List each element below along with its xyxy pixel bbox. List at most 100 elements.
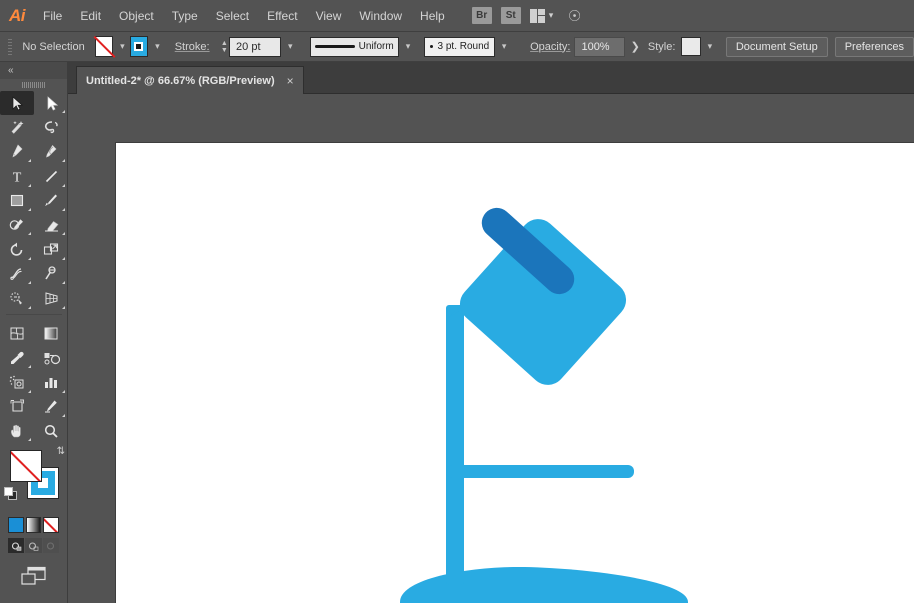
tool-corner-indicator-icon xyxy=(62,110,65,114)
symbol-sprayer-tool[interactable] xyxy=(0,370,34,394)
lamp-arm-shape xyxy=(446,465,634,478)
tool-corner-indicator-icon xyxy=(28,365,31,369)
menu-item-select[interactable]: Select xyxy=(207,0,258,32)
hand-tool[interactable] xyxy=(0,419,34,443)
type-tool[interactable]: T xyxy=(0,164,34,188)
change-screen-mode-button[interactable] xyxy=(19,565,49,592)
tool-corner-indicator-icon xyxy=(62,207,65,211)
menu-bar-right-tools: Br St ▾ ☉ xyxy=(471,5,584,27)
tool-corner-indicator-icon xyxy=(62,183,65,187)
menu-item-view[interactable]: View xyxy=(307,0,351,32)
stock-button[interactable]: St xyxy=(500,7,521,24)
tool-corner-indicator-icon xyxy=(28,159,31,163)
paintbrush-tool[interactable] xyxy=(34,189,68,213)
control-bar-grip[interactable] xyxy=(8,36,13,58)
document-tab[interactable]: Untitled-2* @ 66.67% (RGB/Preview) × xyxy=(76,66,304,94)
color-mode-button[interactable] xyxy=(8,517,24,534)
tools-grid: T xyxy=(0,91,67,443)
blend-tool[interactable] xyxy=(34,346,68,370)
graphic-style-swatch[interactable] xyxy=(681,37,701,56)
lamp-base-shape xyxy=(400,567,688,603)
artboard[interactable] xyxy=(116,143,914,603)
preferences-button[interactable]: Preferences xyxy=(834,36,914,57)
menu-item-effect[interactable]: Effect xyxy=(258,0,306,32)
menu-item-window[interactable]: Window xyxy=(350,0,411,32)
opacity-label[interactable]: Opacity: xyxy=(530,41,570,53)
stroke-color-swatch[interactable] xyxy=(129,36,149,57)
collapse-panel-icon[interactable]: « xyxy=(8,65,13,76)
bridge-button[interactable]: Br xyxy=(471,7,492,24)
pen-tool[interactable] xyxy=(0,140,34,164)
eyedropper-tool[interactable] xyxy=(0,346,34,370)
rotate-tool[interactable] xyxy=(0,237,34,261)
brush-definition-label: 3 pt. Round xyxy=(437,41,490,52)
stroke-weight-stepper[interactable]: ▲ ▼ xyxy=(220,37,229,57)
brush-dot-icon xyxy=(429,45,433,48)
opacity-expand-arrow-icon[interactable]: ❯ xyxy=(625,40,646,53)
line-segment-tool[interactable] xyxy=(34,164,68,188)
none-mode-button[interactable] xyxy=(43,517,60,534)
lamp-head-shape xyxy=(459,219,627,385)
arrange-documents-button[interactable]: ▾ xyxy=(529,8,553,23)
stroke-profile-icon xyxy=(314,45,355,48)
brush-definition-chevron-icon[interactable]: ▾ xyxy=(497,36,512,57)
stroke-weight-chevron-icon[interactable]: ▾ xyxy=(283,36,298,57)
desk-lamp-illustration[interactable] xyxy=(116,143,914,603)
menu-item-help[interactable]: Help xyxy=(411,0,454,32)
lasso-tool[interactable] xyxy=(34,115,68,139)
gradient-tool[interactable] xyxy=(34,322,68,346)
stroke-weight-label[interactable]: Stroke: xyxy=(175,41,210,53)
scale-tool[interactable] xyxy=(34,237,68,261)
menu-item-edit[interactable]: Edit xyxy=(71,0,110,32)
draw-normal-button[interactable] xyxy=(8,538,25,554)
shaper-pencil-tool[interactable] xyxy=(0,213,34,237)
mesh-tool[interactable] xyxy=(0,322,34,346)
style-chevron-icon[interactable]: ▾ xyxy=(703,36,718,57)
fill-dropdown-chevron-icon[interactable]: ▾ xyxy=(115,36,130,57)
shape-builder-tool[interactable] xyxy=(0,286,34,310)
fill-stroke-controls: ⇅ xyxy=(0,445,68,515)
zoom-tool[interactable] xyxy=(34,419,68,443)
opacity-input[interactable]: 100% xyxy=(574,36,625,57)
document-tab-title: Untitled-2* @ 66.67% (RGB/Preview) xyxy=(86,74,275,87)
tools-panel-drag-handle[interactable] xyxy=(0,79,67,91)
app-logo-icon: Ai xyxy=(9,5,26,25)
column-graph-tool[interactable] xyxy=(34,370,68,394)
slice-tool[interactable] xyxy=(34,395,68,419)
free-transform-tool[interactable] xyxy=(34,262,68,286)
stroke-profile-select[interactable]: Uniform xyxy=(309,36,399,57)
canvas-area[interactable] xyxy=(68,94,914,603)
tools-panel-header[interactable]: « xyxy=(0,62,67,79)
draw-behind-button[interactable] xyxy=(25,538,42,554)
perspective-grid-tool[interactable] xyxy=(34,286,68,310)
artboard-tool[interactable] xyxy=(0,395,34,419)
lamp-pole-shape xyxy=(446,305,464,585)
menu-item-file[interactable]: File xyxy=(34,0,71,32)
selection-status-label: No Selection xyxy=(22,40,85,53)
tool-corner-indicator-icon xyxy=(28,305,31,309)
gradient-mode-button[interactable] xyxy=(25,517,42,534)
fill-color-box[interactable] xyxy=(10,450,42,483)
tool-corner-indicator-icon xyxy=(62,389,65,393)
stroke-profile-chevron-icon[interactable]: ▾ xyxy=(401,36,416,57)
stroke-weight-input[interactable]: 20 pt xyxy=(229,36,281,57)
fill-color-swatch[interactable] xyxy=(94,36,114,57)
curvature-tool[interactable] xyxy=(34,140,68,164)
document-tab-bar: Untitled-2* @ 66.67% (RGB/Preview) × xyxy=(0,62,914,94)
document-setup-button[interactable]: Document Setup xyxy=(725,36,828,57)
search-icon[interactable]: ☉ xyxy=(566,5,584,27)
menu-item-type[interactable]: Type xyxy=(163,0,207,32)
menu-item-object[interactable]: Object xyxy=(110,0,163,32)
selection-tool[interactable] xyxy=(0,91,34,116)
stroke-dropdown-chevron-icon[interactable]: ▾ xyxy=(150,36,165,57)
draw-inside-button[interactable] xyxy=(42,538,59,554)
width-tool[interactable] xyxy=(0,262,34,286)
eraser-tool[interactable] xyxy=(34,213,68,237)
rectangle-tool[interactable] xyxy=(0,189,34,213)
swap-fill-stroke-icon[interactable]: ⇅ xyxy=(57,446,65,457)
magic-wand-tool[interactable] xyxy=(0,115,34,139)
tool-corner-indicator-icon xyxy=(28,438,31,442)
close-icon[interactable]: × xyxy=(287,75,294,87)
brush-definition-select[interactable]: 3 pt. Round xyxy=(423,36,495,57)
direct-selection-tool[interactable] xyxy=(34,91,68,115)
